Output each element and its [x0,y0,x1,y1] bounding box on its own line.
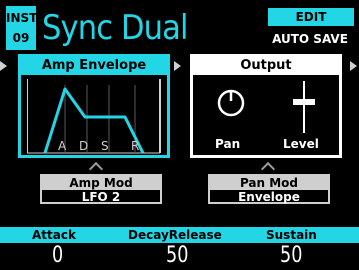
pan-mod-selector[interactable]: Pan Mod Envelope [208,174,330,204]
envelope-graph-icon [27,79,161,154]
output-title: Output [193,57,339,75]
synth-screen: INST 09 Sync Dual Saw EDIT AUTO SAVE Amp… [0,0,359,270]
envelope-stage-label: A [58,139,67,153]
envelope-stage-label: D [79,139,89,153]
parameter-bar: Attack DecayRelease Sustain 0 50 50 [0,227,359,270]
instrument-label: INST [6,11,38,25]
amp-envelope-title: Amp Envelope [21,57,167,75]
sustain-value[interactable]: 50 [280,244,302,268]
parameter-headers: Attack DecayRelease Sustain [0,227,359,243]
edit-mode-badge: EDIT [268,8,354,26]
right-arrow-icon [0,61,7,71]
instrument-badge[interactable]: INST 09 [6,6,38,50]
output-panel[interactable]: Output Pan Level [190,54,342,158]
envelope-stage-label: S [101,139,109,153]
level-fader-icon[interactable] [291,81,317,133]
attack-value[interactable]: 0 [52,244,63,268]
pan-label: Pan [215,137,241,151]
amp-mod-value: LFO 2 [81,190,121,204]
amp-mod-selector[interactable]: Amp Mod LFO 2 [40,174,162,204]
pan-mod-title: Pan Mod [210,176,328,190]
amp-mod-title: Amp Mod [42,176,160,190]
pan-mod-value: Envelope [238,190,300,204]
patch-name[interactable]: Sync Dual Saw [42,3,240,98]
right-arrow-icon [174,61,181,71]
instrument-number: 09 [12,31,30,45]
envelope-stage-label: R [131,139,140,153]
sustain-label: Sustain [266,228,317,242]
amp-envelope-panel[interactable]: Amp Envelope A D S R [18,54,170,158]
pan-knob-icon[interactable] [215,87,247,119]
right-arrow-icon [350,61,357,71]
level-label: Level [283,137,319,151]
decay-release-label: DecayRelease [128,228,222,242]
auto-save-label: AUTO SAVE [272,32,348,46]
attack-label: Attack [32,228,76,242]
decay-release-value[interactable]: 50 [166,244,188,268]
